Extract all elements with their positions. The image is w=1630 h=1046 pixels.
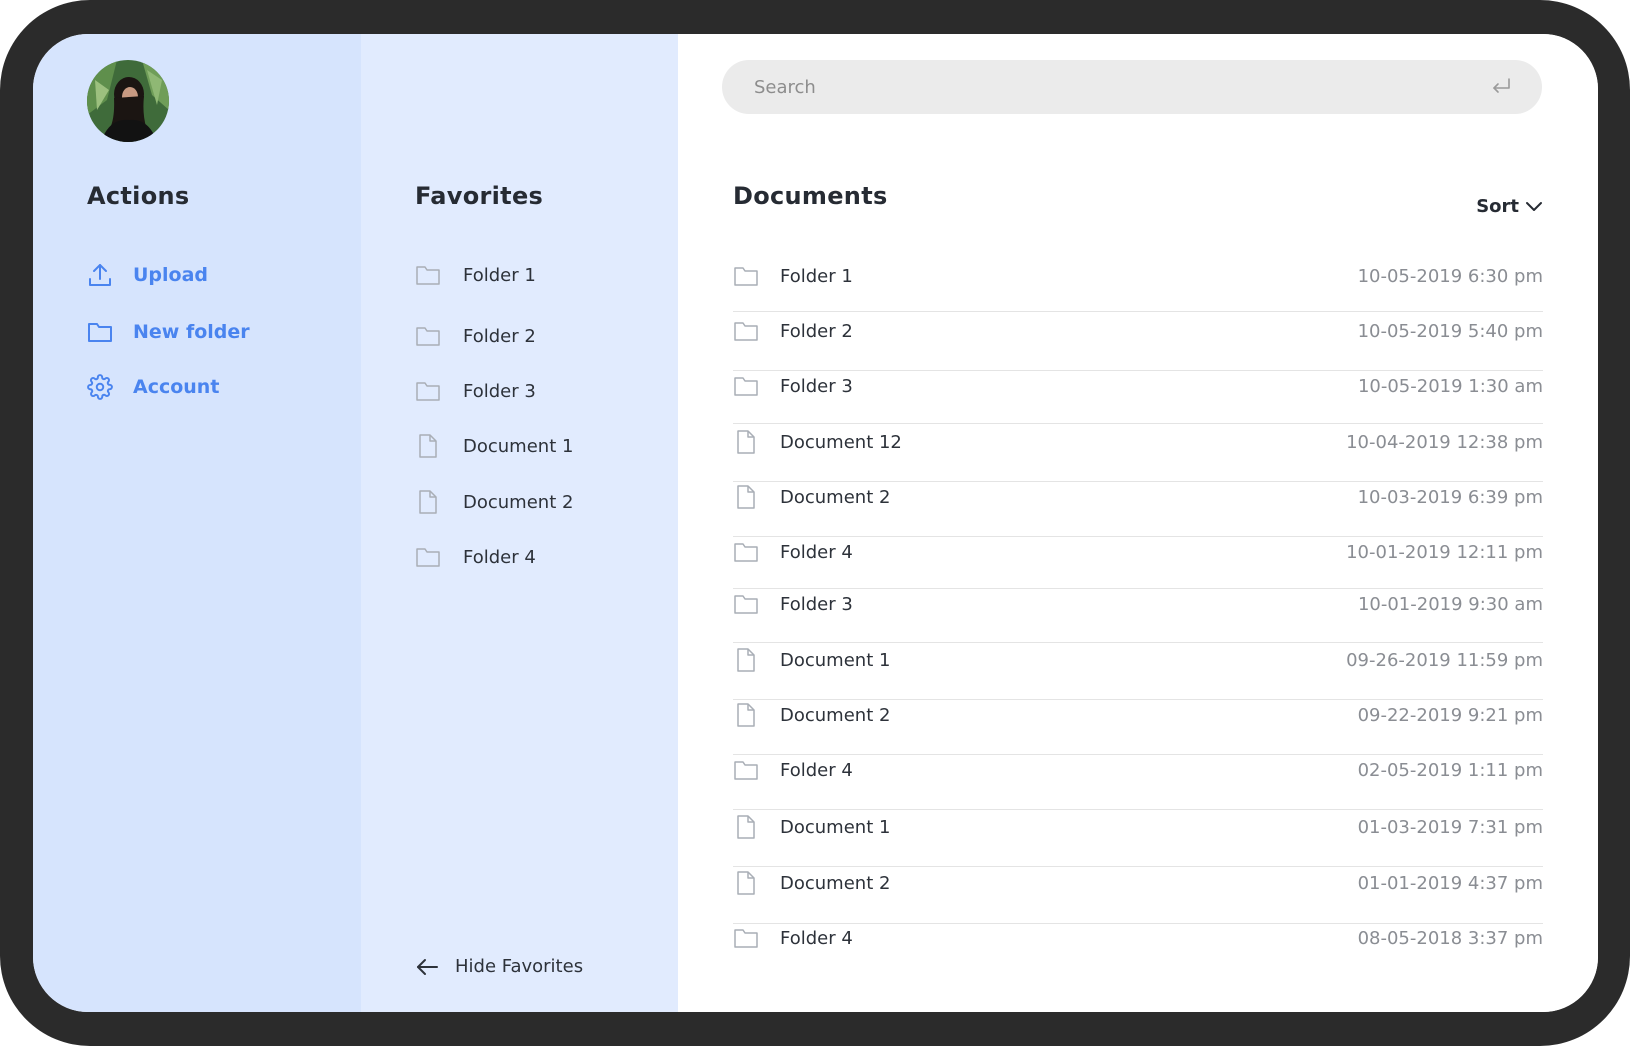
favorite-item[interactable]: Folder 1 [415, 259, 536, 291]
row-name: Document 1 [780, 649, 891, 671]
document-icon [733, 814, 759, 840]
folder-icon [733, 373, 759, 399]
row-name: Folder 4 [780, 759, 853, 781]
table-row[interactable]: Document 1 01-03-2019 7:31 pm [733, 799, 1543, 855]
new-folder-label: New folder [133, 321, 250, 343]
favorite-label: Folder 2 [463, 325, 536, 347]
row-date: 10-05-2019 5:40 pm [1357, 320, 1543, 342]
search-input[interactable] [752, 75, 1490, 99]
row-name: Document 2 [780, 704, 891, 726]
row-name: Folder 1 [780, 265, 853, 287]
device-frame: Actions Upload New folder Account Favori… [0, 0, 1630, 1046]
search-bar [722, 60, 1542, 114]
table-row[interactable]: Document 12 10-04-2019 12:38 pm [733, 414, 1543, 470]
table-row[interactable]: Folder 4 10-01-2019 12:11 pm [733, 524, 1543, 580]
favorite-item[interactable]: Document 2 [415, 486, 573, 518]
folder-icon [733, 757, 759, 783]
favorite-label: Folder 1 [463, 264, 536, 286]
folder-icon [733, 318, 759, 344]
folder-icon [415, 544, 441, 570]
sort-label: Sort [1476, 196, 1519, 217]
table-row[interactable]: Document 2 10-03-2019 6:39 pm [733, 469, 1543, 525]
table-row[interactable]: Folder 1 10-05-2019 6:30 pm [733, 248, 1543, 304]
document-icon [733, 429, 759, 455]
row-date: 08-05-2018 3:37 pm [1357, 927, 1543, 949]
favorite-label: Document 2 [463, 491, 574, 513]
upload-action[interactable]: Upload [87, 258, 208, 292]
row-name: Folder 3 [780, 375, 853, 397]
account-label: Account [133, 376, 220, 398]
favorite-item[interactable]: Folder 3 [415, 375, 536, 407]
document-icon [733, 484, 759, 510]
app-screen: Actions Upload New folder Account Favori… [33, 34, 1598, 1012]
document-icon [733, 702, 759, 728]
favorites-panel: Favorites Folder 1 Folder 2 Folder 3 Doc… [361, 34, 678, 1012]
documents-title: Documents [733, 182, 888, 210]
sort-button[interactable]: Sort [1476, 196, 1543, 217]
row-name: Folder 2 [780, 320, 853, 342]
folder-icon [733, 925, 759, 951]
folder-icon [415, 378, 441, 404]
row-date: 01-03-2019 7:31 pm [1357, 816, 1543, 838]
folder-icon [733, 263, 759, 289]
folder-icon [87, 319, 113, 345]
table-row[interactable]: Document 2 09-22-2019 9:21 pm [733, 687, 1543, 743]
favorite-item[interactable]: Folder 2 [415, 320, 536, 352]
row-name: Folder 4 [780, 927, 853, 949]
row-date: 10-04-2019 12:38 pm [1346, 431, 1543, 453]
folder-icon [415, 262, 441, 288]
enter-icon[interactable] [1490, 76, 1512, 98]
row-name: Document 2 [780, 486, 891, 508]
row-name: Document 2 [780, 872, 891, 894]
table-row[interactable]: Folder 3 10-05-2019 1:30 am [733, 358, 1543, 414]
table-row[interactable]: Folder 3 10-01-2019 9:30 am [733, 576, 1543, 632]
favorite-label: Folder 3 [463, 380, 536, 402]
upload-icon [87, 262, 113, 288]
actions-title: Actions [87, 182, 190, 210]
row-date: 10-03-2019 6:39 pm [1357, 486, 1543, 508]
row-date: 10-01-2019 12:11 pm [1346, 541, 1543, 563]
favorites-title: Favorites [415, 182, 544, 210]
new-folder-action[interactable]: New folder [87, 315, 250, 349]
favorite-label: Document 1 [463, 435, 574, 457]
row-date: 09-26-2019 11:59 pm [1346, 649, 1543, 671]
document-icon [733, 647, 759, 673]
row-date: 09-22-2019 9:21 pm [1357, 704, 1543, 726]
row-name: Folder 4 [780, 541, 853, 563]
arrow-left-icon [415, 957, 439, 977]
favorite-item[interactable]: Document 1 [415, 430, 573, 462]
row-name: Document 12 [780, 431, 902, 453]
account-action[interactable]: Account [87, 370, 219, 404]
document-icon [733, 870, 759, 896]
folder-icon [415, 323, 441, 349]
gear-icon [87, 374, 113, 400]
row-date: 01-01-2019 4:37 pm [1357, 872, 1543, 894]
actions-panel: Actions Upload New folder Account [33, 34, 361, 1012]
row-date: 10-01-2019 9:30 am [1357, 593, 1543, 615]
table-row[interactable]: Folder 4 08-05-2018 3:37 pm [733, 910, 1543, 966]
hide-favorites-button[interactable]: Hide Favorites [415, 956, 583, 977]
table-row[interactable]: Document 2 01-01-2019 4:37 pm [733, 855, 1543, 911]
row-date: 10-05-2019 6:30 pm [1357, 265, 1543, 287]
row-name: Document 1 [780, 816, 891, 838]
upload-label: Upload [133, 264, 209, 286]
hide-favorites-label: Hide Favorites [455, 956, 584, 977]
document-icon [415, 489, 441, 515]
avatar[interactable] [87, 60, 169, 142]
folder-icon [733, 591, 759, 617]
row-date: 02-05-2019 1:11 pm [1357, 759, 1543, 781]
table-row[interactable]: Document 1 09-26-2019 11:59 pm [733, 632, 1543, 688]
table-row[interactable]: Folder 2 10-05-2019 5:40 pm [733, 303, 1543, 359]
row-name: Folder 3 [780, 593, 853, 615]
documents-panel: Documents Sort Folder 1 10-05-2019 6:30 … [678, 34, 1598, 1012]
favorite-item[interactable]: Folder 4 [415, 541, 536, 573]
table-row[interactable]: Folder 4 02-05-2019 1:11 pm [733, 742, 1543, 798]
folder-icon [733, 539, 759, 565]
row-date: 10-05-2019 1:30 am [1357, 375, 1543, 397]
chevron-down-icon [1525, 201, 1543, 213]
document-icon [415, 433, 441, 459]
favorite-label: Folder 4 [463, 546, 536, 568]
